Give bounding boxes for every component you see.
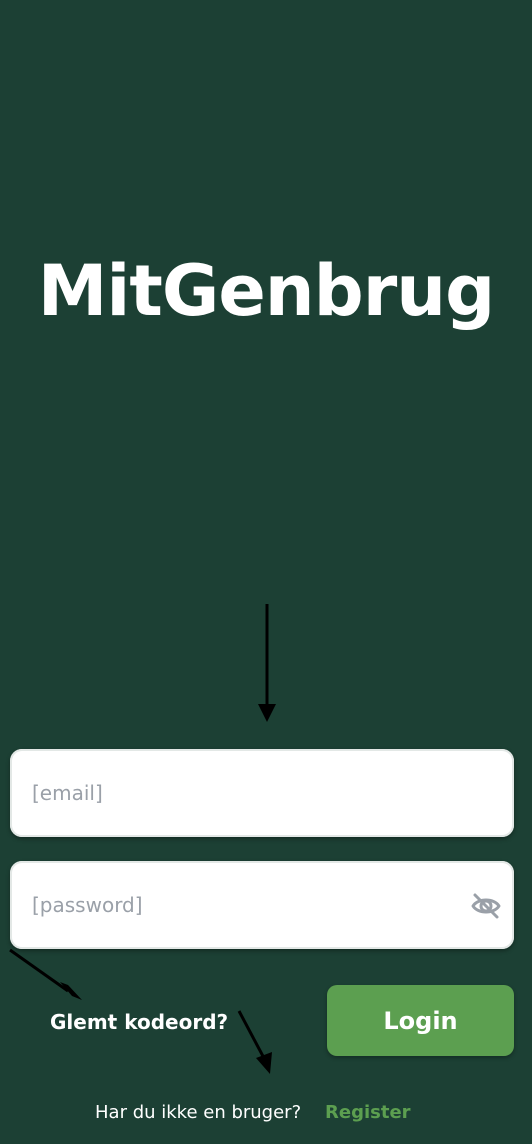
app-title: MitGenbrug xyxy=(37,250,495,332)
password-input[interactable] xyxy=(32,861,462,949)
email-field[interactable] xyxy=(10,749,514,837)
email-input[interactable] xyxy=(32,749,462,837)
arrow-to-email-field xyxy=(258,604,276,722)
login-button[interactable]: Login xyxy=(327,985,514,1056)
register-prompt: Har du ikke en bruger? xyxy=(95,1102,302,1123)
register-row: Har du ikke en bruger? Register xyxy=(0,1100,532,1126)
forgot-password-link[interactable]: Glemt kodeord? xyxy=(50,1008,228,1036)
password-field[interactable] xyxy=(10,861,514,949)
annotation-arrows xyxy=(9,604,276,1074)
arrow-to-register xyxy=(237,1010,272,1074)
eye-off-icon[interactable] xyxy=(470,890,502,922)
register-link[interactable]: Register xyxy=(325,1100,411,1126)
arrow-to-forgot-password xyxy=(9,948,82,1000)
